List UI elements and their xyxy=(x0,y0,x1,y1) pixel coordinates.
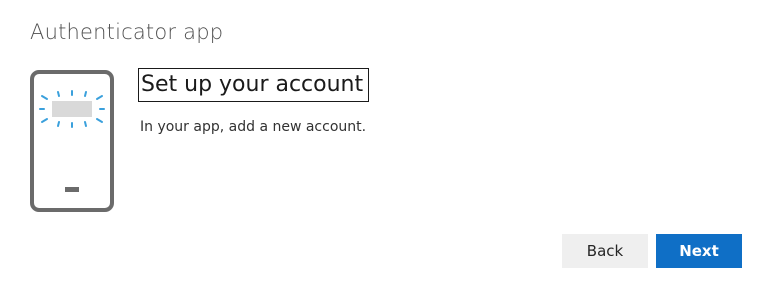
phone-illustration-icon xyxy=(30,70,114,212)
back-button[interactable]: Back xyxy=(562,234,648,268)
next-button[interactable]: Next xyxy=(656,234,742,268)
step-title: Set up your account xyxy=(138,68,370,102)
authenticator-setup-page: Authenticator app Set up your account In… xyxy=(0,0,768,286)
step-description: In your app, add a new account. xyxy=(140,119,367,135)
page-title: Authenticator app xyxy=(30,20,224,44)
